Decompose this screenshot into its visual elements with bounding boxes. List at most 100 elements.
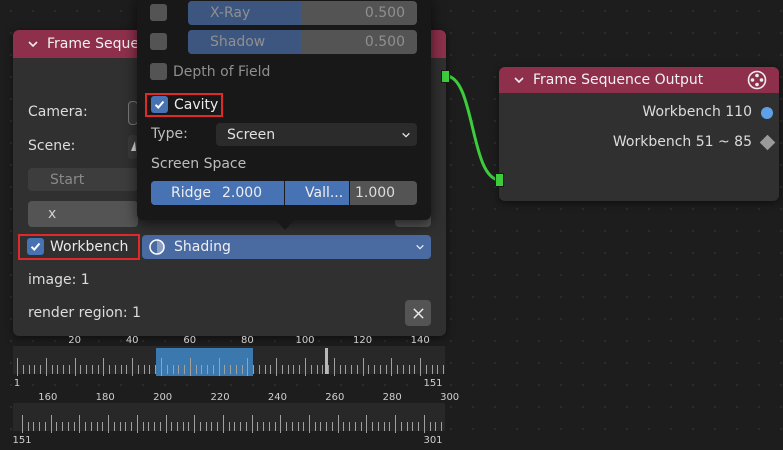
timeline-tick xyxy=(161,358,162,376)
workbench-toggle[interactable]: Workbench xyxy=(27,238,128,255)
node-header[interactable]: Frame Sequence Output xyxy=(499,67,779,93)
timeline-tick xyxy=(441,422,443,431)
timeline-tick xyxy=(113,422,115,431)
timeline-tick xyxy=(51,365,53,374)
timeline-tick xyxy=(258,365,260,374)
ridge-value: 2.000 xyxy=(222,185,263,201)
timeline-tick xyxy=(188,422,190,431)
close-button[interactable] xyxy=(405,300,431,326)
depth-of-field-checkbox[interactable] xyxy=(150,63,167,80)
timeline-tick xyxy=(408,365,410,374)
timeline-tick xyxy=(297,422,299,431)
xray-label: X-Ray xyxy=(210,5,251,21)
timeline-tick-label: 80 xyxy=(241,335,254,346)
timeline-tick xyxy=(241,365,243,374)
timeline-tick xyxy=(356,365,358,374)
chevron-down-icon xyxy=(415,242,425,252)
type-dropdown[interactable]: Screen xyxy=(216,123,417,146)
image-count: image: 1 xyxy=(28,272,90,288)
timeline-tick xyxy=(119,422,121,431)
shading-dropdown[interactable]: Shading xyxy=(142,235,431,259)
type-value: Screen xyxy=(227,126,276,143)
workbench-checkbox[interactable] xyxy=(27,238,44,255)
timeline-tick xyxy=(331,422,333,431)
timeline-tick xyxy=(184,365,186,374)
timeline-tick xyxy=(333,358,335,376)
timeline-tick xyxy=(103,358,105,376)
timeline-tick xyxy=(40,365,42,374)
timeline-selection[interactable] xyxy=(155,348,253,376)
timeline-tick xyxy=(366,415,368,433)
cavity-checkbox[interactable] xyxy=(151,96,168,113)
xray-slider[interactable]: X-Ray 0.500 xyxy=(188,1,417,25)
timeline-tick-label: 200 xyxy=(153,392,173,403)
timeline-tick xyxy=(420,358,422,376)
ridge-valley-sliders[interactable]: Ridge 2.000 Vall... 1.000 xyxy=(151,181,417,205)
timeline-tick xyxy=(142,422,144,431)
timeline-tick xyxy=(56,422,58,431)
start-field[interactable]: Start xyxy=(28,168,138,191)
depth-of-field-toggle[interactable]: Depth of Field xyxy=(150,63,270,80)
timeline-tick-label: 220 xyxy=(210,392,230,403)
timeline-tick-label: 240 xyxy=(267,392,287,403)
timeline-tick xyxy=(90,422,92,431)
timeline-tick xyxy=(280,415,282,433)
timeline-tick xyxy=(217,422,219,431)
timeline-tick xyxy=(224,365,226,374)
timeline-tick xyxy=(235,365,237,374)
input-socket[interactable] xyxy=(495,173,504,187)
playhead-marker[interactable] xyxy=(325,348,328,374)
timeline-tick xyxy=(22,415,23,433)
timeline-tick xyxy=(108,415,110,433)
timeline-tick xyxy=(299,365,301,374)
chevron-down-icon[interactable] xyxy=(511,74,527,86)
timeline-tick xyxy=(96,422,98,431)
shadow-checkbox[interactable] xyxy=(150,33,167,50)
output-socket[interactable] xyxy=(441,70,450,83)
cavity-toggle[interactable]: Cavity xyxy=(151,96,218,113)
ridge-label: Ridge xyxy=(171,185,212,201)
socket-label-workbench-110: Workbench 110 xyxy=(642,104,752,120)
timeline-tick xyxy=(286,422,288,431)
shading-icon xyxy=(148,238,166,256)
timeline-tick xyxy=(291,422,293,431)
valley-value: 1.000 xyxy=(355,185,396,201)
timeline-tick-label: 20 xyxy=(68,335,81,346)
timeline-tick xyxy=(176,422,178,431)
timeline-tick xyxy=(136,415,138,433)
timeline-tick xyxy=(62,422,64,431)
x-field[interactable]: x xyxy=(28,201,138,227)
valley-label: Vall... xyxy=(305,185,344,201)
timeline-tick xyxy=(425,365,427,374)
timeline-tick xyxy=(326,422,328,431)
socket-label-workbench-51-85: Workbench 51 ~ 85 xyxy=(612,134,752,150)
timeline-tick xyxy=(125,422,127,431)
timeline-tick-label: 140 xyxy=(410,335,430,346)
timeline-tick xyxy=(234,422,236,431)
timeline-tick xyxy=(178,365,180,374)
timeline-tick xyxy=(195,365,197,374)
timeline-tick xyxy=(79,415,81,433)
timeline-tick xyxy=(57,365,59,374)
xray-value: 0.500 xyxy=(364,5,405,21)
timeline-tick xyxy=(391,358,393,376)
timeline-tick xyxy=(159,422,161,431)
socket-circle-icon[interactable] xyxy=(761,107,773,119)
timeline-tick xyxy=(131,422,133,431)
timeline-tick xyxy=(276,358,278,376)
timeline-tick xyxy=(281,365,283,374)
timeline-tick xyxy=(412,422,414,431)
timeline-tick xyxy=(377,422,379,431)
xray-checkbox[interactable] xyxy=(150,4,167,21)
timeline-tick xyxy=(305,358,306,376)
x-label: x xyxy=(48,206,57,222)
popover-arrow xyxy=(275,219,295,230)
timeline-tick xyxy=(270,365,272,374)
timeline-tick xyxy=(402,365,404,374)
timeline-tick xyxy=(102,422,104,431)
timeline-tick xyxy=(148,422,150,431)
timeline-tick xyxy=(374,365,376,374)
shadow-slider[interactable]: Shadow 0.500 xyxy=(188,30,417,54)
chevron-down-icon[interactable] xyxy=(25,38,41,50)
timeline-tick-label: 260 xyxy=(325,392,345,403)
